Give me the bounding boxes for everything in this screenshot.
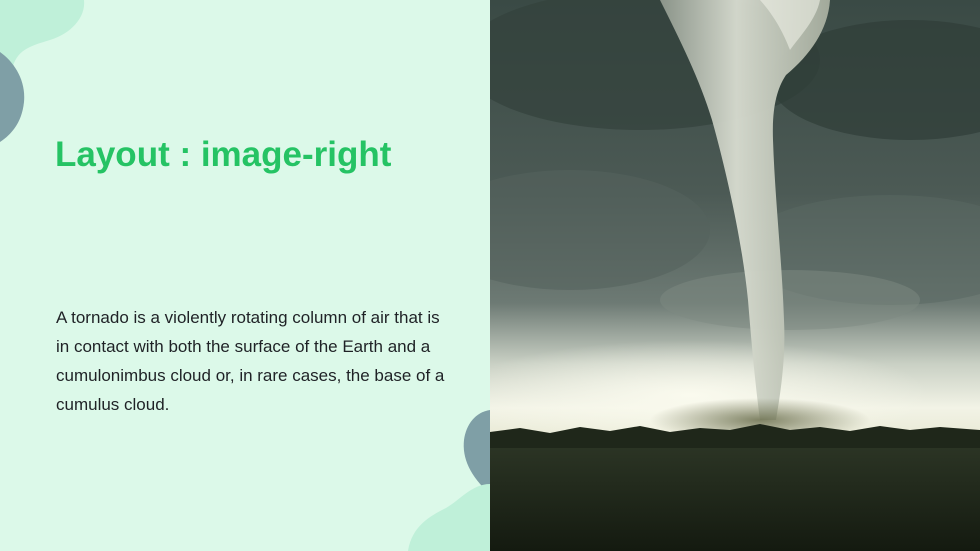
tornado-photo bbox=[490, 0, 980, 551]
image-panel bbox=[490, 0, 980, 551]
decorative-blob-bottom bbox=[408, 410, 490, 551]
body-paragraph: A tornado is a violently rotating column… bbox=[56, 308, 445, 414]
decorative-blob-top bbox=[0, 0, 85, 142]
slide: Layout : image-right A tornado is a viol… bbox=[0, 0, 980, 551]
page-title: Layout : image-right bbox=[55, 135, 392, 174]
text-panel: Layout : image-right A tornado is a viol… bbox=[0, 0, 490, 551]
